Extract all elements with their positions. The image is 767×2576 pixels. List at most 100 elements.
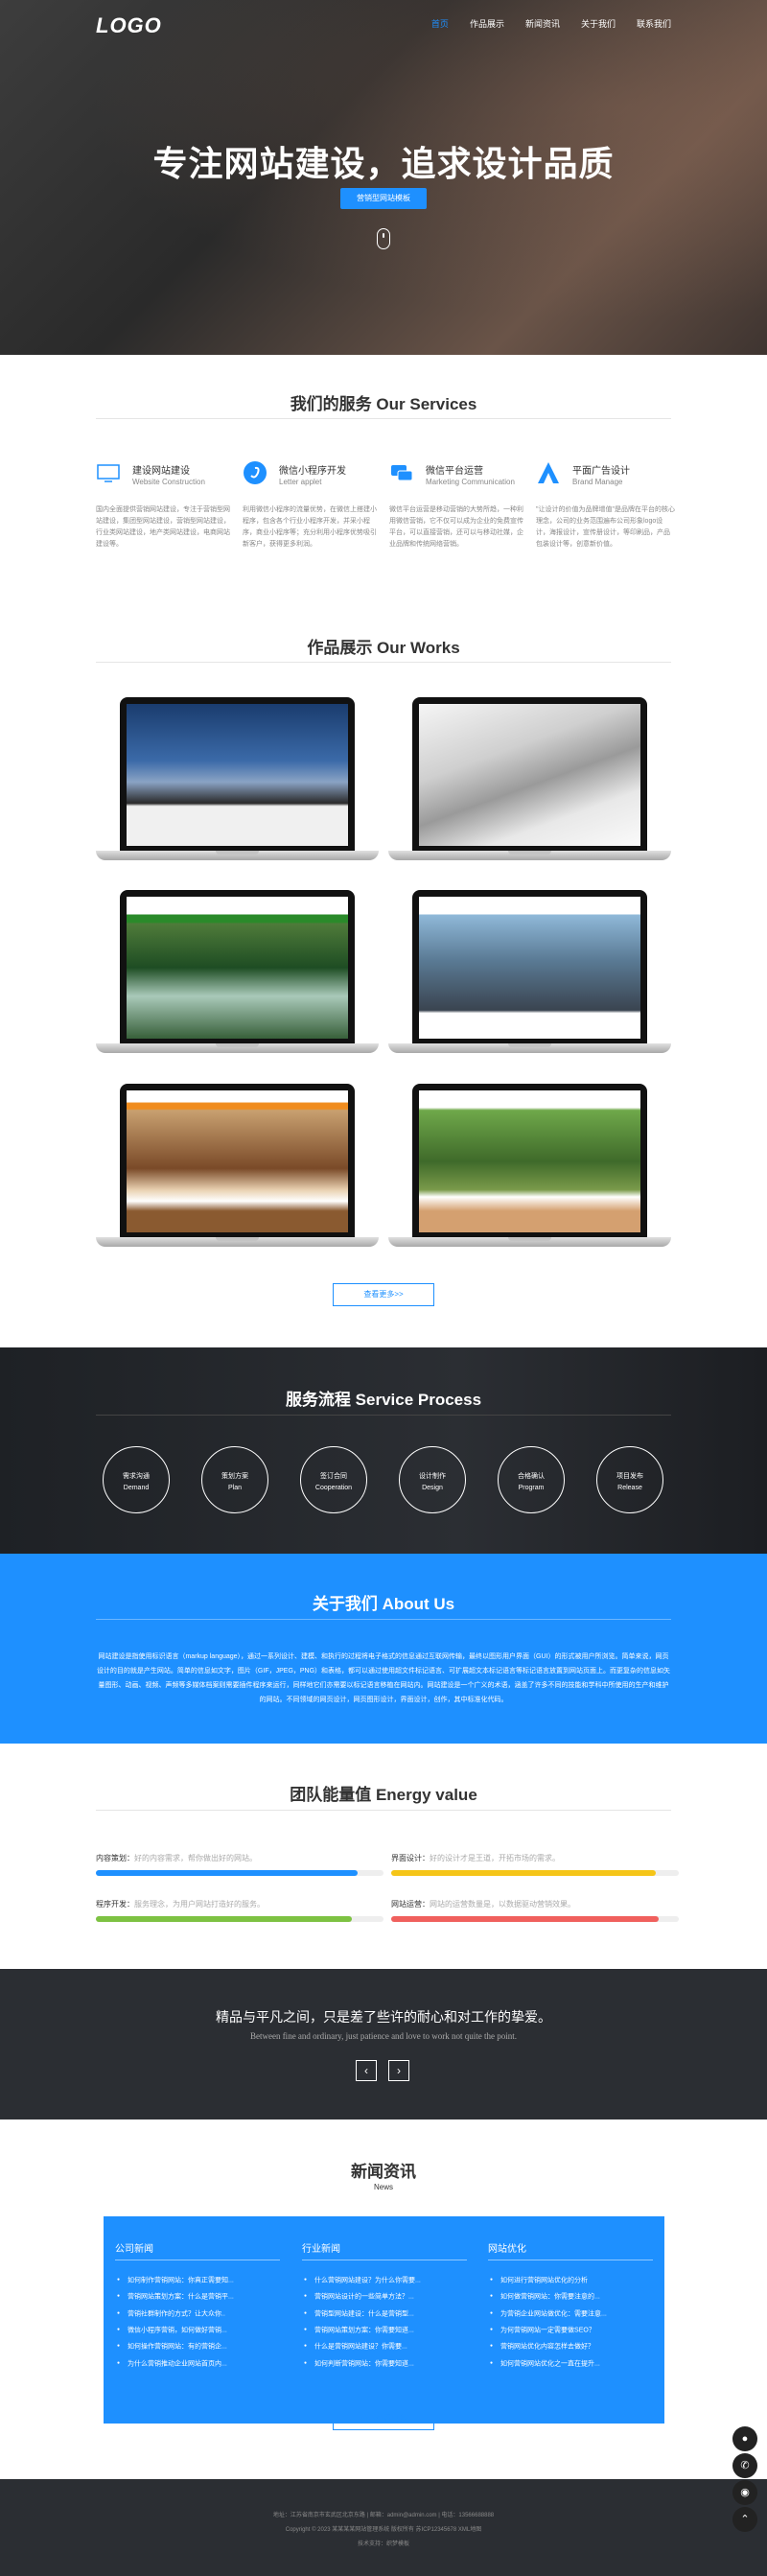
news-link[interactable]: 为营销企业网站做优化：需要注意... — [490, 2306, 607, 2322]
process-step: 项目发布 Release — [596, 1446, 663, 1513]
energy-label: 网站运营：网站的运营数量是，以数据驱动营销效果。 — [391, 1900, 575, 1909]
design-icon — [538, 462, 559, 483]
quote-subtext: Between fine and ordinary, just patience… — [249, 2031, 518, 2041]
nav-works[interactable]: 作品展示 — [470, 17, 504, 30]
laptop-base — [388, 1237, 671, 1247]
divider — [96, 662, 671, 663]
logo[interactable]: LOGO — [96, 13, 162, 38]
nav-news[interactable]: 新闻资讯 — [525, 17, 560, 30]
laptop-base — [388, 1043, 671, 1053]
divider — [96, 1619, 671, 1620]
service-desc: 微信平台运营是移动营销的大势所趋，一种利用微信营销，它不仅可以成为企业的免费宣传… — [389, 506, 523, 548]
news-link[interactable]: 营销网站设计的一些简单方法？... — [304, 2288, 421, 2305]
process-step: 设计制作 Design — [399, 1446, 466, 1513]
quote-section: 精品与平凡之间，只是差了些许的耐心和对工作的挚爱。 Between fine a… — [0, 1969, 767, 2119]
prev-arrow-icon[interactable]: ‹ — [356, 2060, 377, 2081]
nav-home[interactable]: 首页 — [431, 17, 449, 30]
news-link[interactable]: 营销网站优化内容怎样去做好？ — [490, 2338, 607, 2354]
process-step: 策划方案 Plan — [201, 1446, 268, 1513]
step-label-en: Release — [617, 1485, 642, 1491]
news-link[interactable]: 如何判断营销网站：你需要知道... — [304, 2355, 421, 2372]
work-thumbnail — [127, 897, 348, 1039]
service-subtitle: Letter applet — [279, 478, 322, 486]
energy-label: 程序开发：服务理念，为用户网站打造好的服务。 — [96, 1900, 265, 1909]
step-label-en: Plan — [227, 1485, 242, 1491]
news-link[interactable]: 如何操作营销网站：有的营销企... — [117, 2338, 234, 2354]
divider — [96, 418, 671, 419]
news-link[interactable]: 为什么营销推动企业网站首页内... — [117, 2355, 234, 2372]
applet-icon — [244, 461, 267, 484]
news-more-button[interactable]: 点击查看更多 — [333, 2407, 434, 2430]
news-link[interactable]: 如何制作营销网站：你真正需要知... — [117, 2272, 234, 2288]
process-title: 服务流程 Service Process — [285, 1391, 482, 1409]
news-link[interactable]: 营销网站策划方案：什么是营销平... — [117, 2288, 234, 2305]
main-nav: 首页 作品展示 新闻资讯 关于我们 联系我们 — [410, 17, 671, 30]
step-label: 策划方案 — [221, 1473, 248, 1480]
service-title: 平面广告设计 — [572, 466, 630, 477]
news-link[interactable]: 如何做营销网站：你需要注意的... — [490, 2288, 607, 2305]
process-step: 签订合同 Cooperation — [300, 1446, 367, 1513]
phone-icon[interactable]: ✆ — [732, 2453, 757, 2478]
energy-bar-fill — [391, 1916, 659, 1922]
news-link[interactable]: 如何进行营销网站优化的分析 — [490, 2272, 607, 2288]
news-subtitle: News — [373, 2183, 393, 2191]
work-item[interactable] — [96, 890, 379, 1063]
news-link[interactable]: 营销网站策划方案：你需要知道... — [304, 2322, 421, 2338]
news-column-title[interactable]: 行业新闻 — [302, 2240, 340, 2255]
about-text: 网站建设是指使用标识语言（markup language），通过一系列设计、建模… — [96, 1653, 671, 1703]
footer-copyright[interactable]: Copyright © 2023 某某某某网站管理系统 版权所有 苏ICP123… — [0, 2524, 767, 2533]
laptop-base — [96, 1237, 379, 1247]
scroll-mouse-icon[interactable] — [377, 228, 390, 249]
nav-about[interactable]: 关于我们 — [581, 17, 616, 30]
service-desc: 利用微信小程序的流量优势，在微信上搭建小程序，包含各个行业小程序开发，并采小程序… — [243, 506, 377, 548]
divider — [96, 1415, 671, 1416]
work-item[interactable] — [96, 697, 379, 870]
qq-icon[interactable]: ● — [732, 2426, 757, 2451]
news-link[interactable]: 营销社群制作的方式？让大众你.. — [117, 2306, 234, 2322]
monitor-icon — [97, 464, 120, 482]
work-item[interactable] — [388, 890, 671, 1063]
hero-section: LOGO 首页 作品展示 新闻资讯 关于我们 联系我们 专注网站建设，追求设计品… — [0, 0, 767, 355]
news-column: 公司新闻 如何制作营销网站：你真正需要知... 营销网站策划方案：什么是营销平.… — [104, 2216, 291, 2424]
news-link[interactable]: 什么营销网站建设？为什么你需要... — [304, 2272, 421, 2288]
work-item[interactable] — [388, 1084, 671, 1256]
hero-title: 专注网站建设，追求设计品质 — [152, 144, 615, 183]
back-to-top-icon[interactable]: ⌃ — [732, 2507, 757, 2532]
step-label-en: Design — [422, 1485, 443, 1491]
news-column-title[interactable]: 网站优化 — [488, 2240, 526, 2255]
works-more-button[interactable]: 查看更多>> — [333, 1283, 434, 1306]
footer: 地址：江苏省南京市玄武区北京东路 | 邮箱：admin@admin.com | … — [0, 2479, 767, 2576]
service-subtitle: Marketing Communication — [426, 478, 515, 486]
wechat-icon[interactable]: ◉ — [732, 2480, 757, 2505]
service-subtitle: Brand Manage — [572, 478, 623, 486]
step-label-en: Program — [518, 1485, 545, 1491]
news-link[interactable]: 如何营销网站优化之一直在提升... — [490, 2355, 607, 2372]
energy-bar — [96, 1870, 384, 1876]
energy-bar-fill — [96, 1916, 352, 1922]
news-column-title[interactable]: 公司新闻 — [115, 2240, 153, 2255]
laptop-base — [96, 1043, 379, 1053]
service-desc: 国内全面提供营销网站建设，专注于营销型网站建设，集团型网站建设，营销型网站建设，… — [96, 506, 230, 548]
work-item[interactable] — [96, 1084, 379, 1256]
news-link[interactable]: 为何营销网站一定需要做SEO？ — [490, 2322, 607, 2338]
services-title: 我们的服务 Our Services — [290, 395, 477, 413]
work-thumbnail — [419, 704, 640, 846]
works-title: 作品展示 Our Works — [307, 639, 460, 657]
step-label: 项目发布 — [616, 1473, 643, 1480]
step-label: 合格确认 — [518, 1473, 545, 1480]
next-arrow-icon[interactable]: › — [388, 2060, 409, 2081]
work-item[interactable] — [388, 697, 671, 870]
footer-support[interactable]: 技术支持：织梦模板 — [0, 2539, 767, 2547]
process-section: 服务流程 Service Process 需求沟通 Demand 策划方案 Plan… — [0, 1347, 767, 1554]
news-link[interactable]: 营销型网站建设：什么是营销型... — [304, 2306, 421, 2322]
work-thumbnail — [127, 1090, 348, 1232]
work-thumbnail — [419, 897, 640, 1039]
news-link[interactable]: 微信小程序营销，如何做好营销... — [117, 2322, 234, 2338]
hero-button[interactable]: 营销型网站模板 — [340, 188, 427, 209]
news-link[interactable]: 什么是营销网站建设？你需要... — [304, 2338, 421, 2354]
process-step: 需求沟通 Demand — [103, 1446, 170, 1513]
chat-icon — [391, 465, 413, 481]
nav-contact[interactable]: 联系我们 — [637, 17, 671, 30]
work-thumbnail — [419, 1090, 640, 1232]
about-section: 关于我们 About Us 网站建设是指使用标识语言（markup langua… — [0, 1554, 767, 1744]
